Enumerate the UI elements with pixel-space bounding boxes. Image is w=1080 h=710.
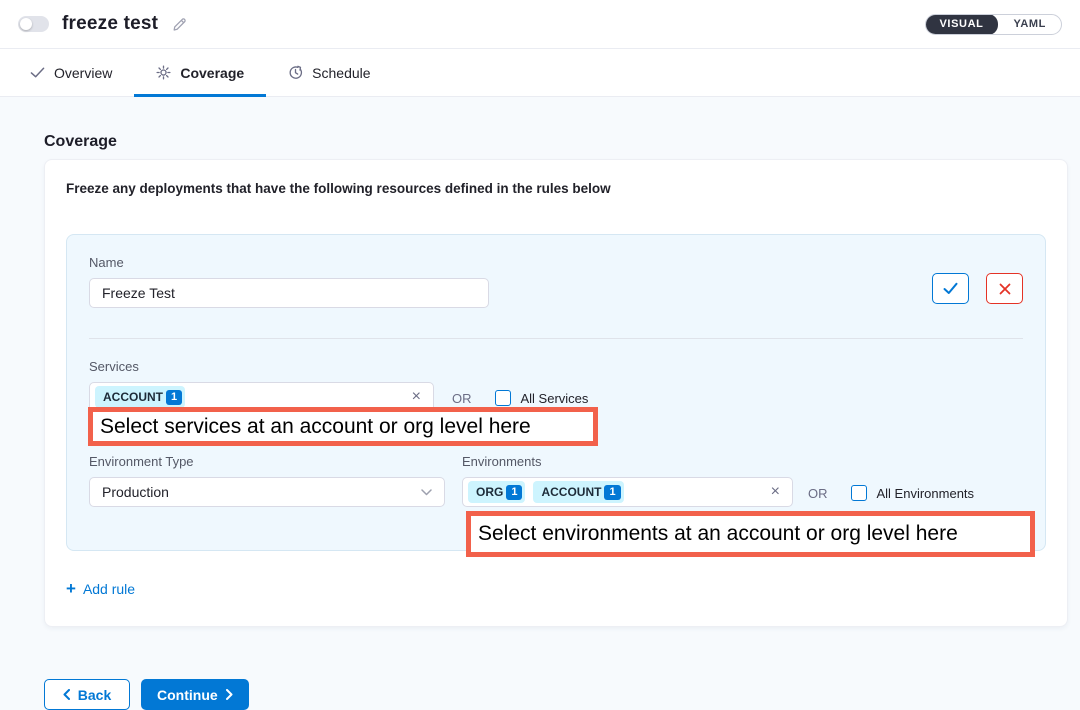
- services-row: Services ACCOUNT 1 × OR All Services: [89, 359, 1023, 412]
- chevron-left-icon: [63, 689, 70, 700]
- rule-actions: [932, 255, 1023, 308]
- services-field: Services ACCOUNT 1 ×: [89, 359, 434, 412]
- add-rule-label: Add rule: [83, 581, 135, 597]
- footer-buttons: Back Continue: [44, 679, 1080, 710]
- name-field: Name: [89, 255, 489, 308]
- continue-button[interactable]: Continue: [141, 679, 249, 710]
- environment-type-field: Environment Type Production: [89, 454, 445, 507]
- environments-field: Environments ORG 1 ACCOUNT 1 ×: [462, 454, 793, 507]
- services-or-group: OR All Services: [452, 390, 588, 406]
- tag-count-badge: 1: [604, 485, 620, 500]
- plus-icon: +: [66, 580, 76, 597]
- all-environments-label: All Environments: [877, 486, 975, 501]
- rule-divider: [89, 338, 1023, 339]
- back-button[interactable]: Back: [44, 679, 130, 710]
- services-clear-icon[interactable]: ×: [410, 389, 423, 405]
- confirm-rule-button[interactable]: [932, 273, 969, 304]
- page-title: Coverage: [0, 97, 1080, 151]
- tag-label: ORG: [476, 485, 503, 499]
- yaml-toggle-button[interactable]: YAML: [998, 14, 1061, 35]
- name-label: Name: [89, 255, 489, 270]
- environments-or-group: OR All Environments: [808, 485, 974, 501]
- continue-label: Continue: [157, 687, 218, 703]
- all-services-label: All Services: [521, 391, 589, 406]
- tag-count-badge: 1: [506, 485, 522, 500]
- environments-clear-icon[interactable]: ×: [769, 484, 782, 500]
- all-environments-checkbox[interactable]: [851, 485, 867, 501]
- rule-name-input[interactable]: [89, 278, 489, 308]
- chevron-right-icon: [226, 689, 233, 700]
- service-scope-tag[interactable]: ACCOUNT 1: [95, 386, 185, 408]
- check-icon: [30, 65, 45, 80]
- or-label: OR: [808, 486, 828, 501]
- environment-type-select[interactable]: Production: [89, 477, 445, 507]
- environment-scope-tag-account[interactable]: ACCOUNT 1: [533, 481, 623, 503]
- environment-type-label: Environment Type: [89, 454, 445, 469]
- gear-icon: [156, 65, 171, 80]
- freeze-title: freeze test: [62, 13, 158, 35]
- visual-yaml-toggle: VISUAL YAML: [925, 14, 1063, 35]
- environment-scope-tag-org[interactable]: ORG 1: [468, 481, 525, 503]
- all-services-checkbox[interactable]: [495, 390, 511, 406]
- tab-schedule-label: Schedule: [312, 65, 370, 81]
- tab-schedule[interactable]: Schedule: [266, 49, 392, 96]
- check-icon: [943, 282, 958, 295]
- tag-count-badge: 1: [166, 390, 182, 405]
- toggle-knob: [20, 18, 32, 30]
- visual-toggle-button[interactable]: VISUAL: [925, 14, 999, 35]
- environment-row: Environment Type Production Environments…: [89, 454, 1023, 507]
- annotation-environments: Select environments at an account or org…: [466, 511, 1035, 557]
- environments-input[interactable]: ORG 1 ACCOUNT 1 ×: [462, 477, 793, 507]
- environments-label: Environments: [462, 454, 793, 469]
- tag-label: ACCOUNT: [541, 485, 601, 499]
- pencil-icon: [171, 16, 188, 33]
- tab-coverage[interactable]: Coverage: [134, 49, 266, 96]
- card-instruction: Freeze any deployments that have the fol…: [66, 181, 1046, 196]
- rule-panel: Name Services ACCOUNT 1: [66, 234, 1046, 551]
- close-icon: [999, 283, 1011, 295]
- tag-label: ACCOUNT: [103, 390, 163, 404]
- tab-overview-label: Overview: [54, 65, 112, 81]
- tab-bar: Overview Coverage Schedule: [0, 49, 1080, 97]
- edit-title-button[interactable]: [171, 16, 188, 33]
- environment-type-value: Production: [102, 484, 169, 500]
- tab-overview[interactable]: Overview: [8, 49, 134, 96]
- top-bar: freeze test VISUAL YAML: [0, 0, 1080, 49]
- name-row: Name: [89, 255, 1023, 308]
- tab-coverage-label: Coverage: [180, 65, 244, 81]
- schedule-clock-icon: [288, 65, 303, 80]
- annotation-services: Select services at an account or org lev…: [88, 407, 598, 446]
- chevron-down-icon: [421, 489, 432, 496]
- services-label: Services: [89, 359, 434, 374]
- add-rule-button[interactable]: + Add rule: [66, 580, 135, 597]
- delete-rule-button[interactable]: [986, 273, 1023, 304]
- or-label: OR: [452, 391, 472, 406]
- freeze-enable-toggle[interactable]: [18, 16, 49, 32]
- back-label: Back: [78, 687, 111, 703]
